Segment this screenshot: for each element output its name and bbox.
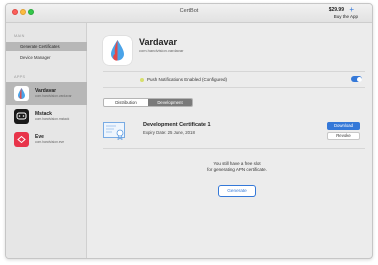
- plus-icon[interactable]: +: [349, 5, 354, 14]
- certificate-type-tabs: Distribution Development: [103, 98, 193, 107]
- certificate-expiry: Expiry Date: 25 June, 2018: [143, 130, 195, 135]
- window-title: CertBot: [179, 8, 199, 14]
- sidebar-item-device-manager[interactable]: Device Manager: [6, 53, 87, 62]
- divider: [103, 87, 365, 88]
- water-drop-icon: [14, 86, 29, 101]
- push-status-text: Push Notifications Enabled (Configured): [147, 77, 228, 82]
- app-bundle-id: com.handvision.vardavar: [35, 94, 72, 98]
- page-title: Vardavar: [139, 37, 178, 47]
- sidebar-apps-header: APPS: [14, 75, 26, 79]
- mstack-icon: [14, 109, 29, 124]
- sidebar-main-header: MAIN: [14, 34, 25, 38]
- generate-button[interactable]: Generate: [218, 185, 256, 197]
- status-indicator: [140, 78, 144, 82]
- sidebar: MAIN Generate Certificates Device Manage…: [6, 23, 87, 258]
- title-bar: CertBot $29.99 + Buy the App: [6, 4, 372, 23]
- download-button[interactable]: Download: [327, 122, 360, 130]
- certificate-icon: [103, 122, 127, 141]
- sidebar-app-mstack[interactable]: Mstack com.handvision.mstack: [6, 105, 87, 128]
- push-toggle[interactable]: [351, 76, 362, 82]
- app-bundle-id: com.handvision.eve: [35, 140, 65, 144]
- divider: [103, 148, 365, 149]
- free-slot-line-2: for generating APN certificate.: [207, 167, 267, 172]
- eve-icon: [14, 132, 29, 147]
- app-bundle-id: com.handvision.mstack: [35, 117, 70, 121]
- divider: [103, 71, 365, 72]
- certificate-title: Development Certificate 1: [143, 122, 211, 128]
- sidebar-app-eve[interactable]: Eve com.handvision.eve: [6, 128, 87, 151]
- sidebar-item-generate-certificates[interactable]: Generate Certificates: [6, 42, 87, 51]
- app-window: CertBot $29.99 + Buy the App MAIN Genera…: [5, 3, 373, 259]
- revoke-button[interactable]: Revoke: [327, 132, 360, 140]
- free-slot-message: You still have a free slot for generatin…: [177, 161, 297, 173]
- tab-distribution[interactable]: Distribution: [104, 99, 148, 106]
- main-panel: Vardavar com.handvision.vardavar Push No…: [87, 23, 372, 258]
- price-label: $29.99: [328, 7, 344, 13]
- water-drop-icon: [103, 36, 132, 65]
- bundle-id: com.handvision.vardavar: [139, 48, 184, 53]
- sidebar-app-vardavar[interactable]: Vardavar com.handvision.vardavar: [6, 82, 87, 105]
- buy-app-link[interactable]: Buy the App: [334, 14, 358, 19]
- tab-development[interactable]: Development: [148, 99, 192, 106]
